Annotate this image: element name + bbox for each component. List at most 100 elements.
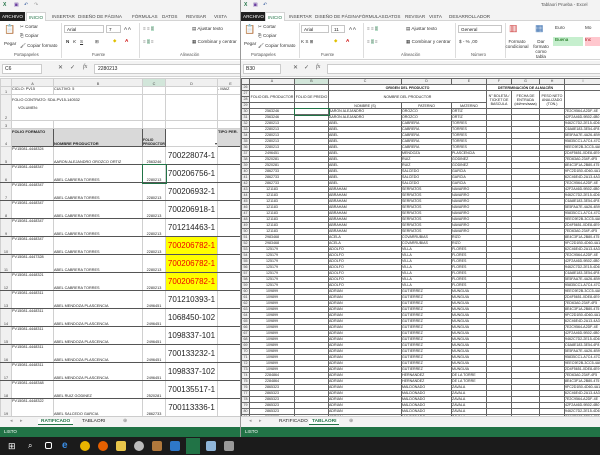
row-header[interactable]: 18 <box>0 380 12 399</box>
app-icon[interactable] <box>134 441 144 451</box>
id-cell[interactable]: 62C46E4D-2A13-4A3 <box>564 246 600 253</box>
folio-productor-cell[interactable]: 2280213 <box>142 236 166 255</box>
folio-cell[interactable]: 701210393-1 <box>165 290 218 309</box>
folio-formato-cell[interactable]: PV15081-4448311 <box>11 290 54 309</box>
add-sheet-icon[interactable]: ⊕ <box>349 419 353 424</box>
id-cell[interactable]: 2D4F5651-0DE8-4E9 <box>564 294 600 301</box>
scroll-right-icon[interactable]: ▸ <box>259 419 261 424</box>
folio-cell[interactable]: 700113336-1 <box>165 398 218 417</box>
cell[interactable] <box>165 86 218 95</box>
id-cell[interactable]: 42F2A46D-9B02-4B0 <box>564 258 600 265</box>
grow-font-icon[interactable]: A A <box>349 26 356 31</box>
folio-cell[interactable]: 700228074-1 <box>165 146 218 165</box>
cell[interactable] <box>11 120 54 129</box>
redo-icon[interactable]: ↷ <box>34 2 38 8</box>
folio-cell[interactable]: 700135517-1 <box>165 380 218 399</box>
folio-productor-cell[interactable]: 2280213 <box>142 254 166 273</box>
font-size-select[interactable]: 7 <box>106 25 121 33</box>
folio-productor-cell[interactable]: 2862733 <box>142 398 166 417</box>
folio-formato-cell[interactable]: PV15081-4448348 <box>11 380 54 399</box>
column-header-d[interactable]: D <box>165 78 218 87</box>
id-cell[interactable]: 7ED63A0-234F-4F5 <box>564 300 600 307</box>
column-header-c[interactable]: C <box>142 78 166 87</box>
folio-cell[interactable]: 700206782-1 <box>165 236 218 255</box>
nombre-productor-cell[interactable]: ABEL RUIZ GODINEZ <box>53 380 143 399</box>
id-cell[interactable]: 2D4F5651-0DE8-4E9 <box>564 366 600 373</box>
row-header[interactable]: 19 <box>0 398 12 417</box>
nombre-productor-cell[interactable]: ABEL CABRERA TORRES <box>53 182 143 201</box>
id-cell[interactable]: 62C46E4D-2A13-4A3 <box>564 318 600 325</box>
outlook-icon[interactable] <box>170 441 180 451</box>
header-tipo-persona[interactable]: TIPO PER. <box>217 128 242 147</box>
align-left-icon[interactable]: ≡ ≡ ≡ <box>367 39 378 44</box>
cell[interactable] <box>217 120 242 129</box>
header-peso-neto[interactable]: PESO NETO ANALIZADO (TON.) <box>539 90 565 109</box>
row-header[interactable]: 12 <box>0 272 12 291</box>
folio-cell[interactable]: 1098337-102 <box>165 362 218 381</box>
folio-cell[interactable]: 700206782-1 <box>165 272 218 291</box>
fill-color-icon[interactable]: ◆ <box>113 38 117 44</box>
font-color-icon[interactable]: A <box>125 38 128 43</box>
folio-cell[interactable]: 700206756-1 <box>165 164 218 183</box>
row-header[interactable]: 6 <box>0 164 12 183</box>
id-cell[interactable]: 9462C7D2-2E15-4D6 <box>564 408 600 415</box>
folio-productor-cell[interactable]: 2563246 <box>142 146 166 165</box>
header-folio-formato[interactable]: FOLIO FORMATO <box>11 128 54 147</box>
cell[interactable] <box>53 120 143 129</box>
ribbon-tab-4[interactable]: FÓRMULAS <box>130 12 160 21</box>
folio-productor-cell[interactable]: 2280213 <box>142 182 166 201</box>
formula-input[interactable]: 2280213 <box>94 64 242 74</box>
nombre-productor-cell[interactable]: ABEL CABRERA TORRES <box>53 164 143 183</box>
align-left-icon[interactable]: ≡ ≡ ≡ <box>143 39 154 44</box>
ribbon-tab-2[interactable]: INSERTAR <box>287 12 314 21</box>
id-cell[interactable]: 95835CC1-A7C4-47C <box>564 210 600 217</box>
column-header-e[interactable]: E <box>217 78 242 87</box>
tipo-persona-cell[interactable]: F <box>217 218 242 237</box>
id-cell[interactable]: 5E5FAA7E-4A26-4B9 <box>564 204 600 211</box>
id-cell[interactable]: 42F2A46D-9B02-4B0 <box>564 186 600 193</box>
folio-formato-cell[interactable]: PV15081-4448347 <box>11 164 54 183</box>
font-name-select[interactable]: Arial <box>301 25 329 33</box>
sheet-tab-ratificado[interactable]: RATIFICADO <box>38 419 74 425</box>
id-cell[interactable]: 5E5FAA7E-4A26-4B9 <box>564 276 600 283</box>
row-header[interactable]: 7 <box>0 182 12 201</box>
id-cell[interactable]: 9462C7D2-2E15-4D6 <box>564 336 600 343</box>
id-cell[interactable]: C6A8E183-3E54-4F8 <box>564 126 600 133</box>
folio-formato-cell[interactable]: PV15081-4448311 <box>11 326 54 345</box>
folio-formato-cell[interactable]: PV15081-4448311 <box>11 344 54 363</box>
row-header[interactable]: 11 <box>0 254 12 273</box>
sheet-tab-ratificado[interactable]: RATIFICADO <box>279 419 308 424</box>
function-icon[interactable]: fx <box>316 64 320 70</box>
cell[interactable] <box>217 94 242 121</box>
cell[interactable] <box>142 94 166 121</box>
ribbon-tab-5[interactable]: DATOS <box>160 12 179 21</box>
enter-icon[interactable]: ✓ <box>304 64 309 71</box>
ribbon-tab-0[interactable]: ARCHIVO <box>241 12 266 21</box>
undo-icon[interactable]: ↶ <box>263 2 267 8</box>
right-sheet-grid[interactable]: ABCDEFGHI 26 ORIGEN DEL PRODUCTO DETERMI… <box>241 78 600 421</box>
folio-productor-cell[interactable]: 2280213 <box>142 200 166 219</box>
id-cell[interactable]: 95835CC1-A7C4-47C <box>564 354 600 361</box>
cell[interactable] <box>564 90 600 109</box>
merge-center-button[interactable]: ▦ Combinar y centrar <box>406 39 451 45</box>
id-cell[interactable]: C6A8E183-3E54-4F8 <box>564 342 600 349</box>
format-as-table-button[interactable]: Dar formato como tabla <box>530 39 552 59</box>
undo-icon[interactable]: ↶ <box>24 2 28 8</box>
save-icon[interactable]: ▣ <box>14 2 19 8</box>
folio-formato-cell[interactable]: PV15081-4448311 <box>11 308 54 327</box>
row-header[interactable]: 9 <box>0 218 12 237</box>
id-cell[interactable]: 5E5FAA7E-4A26-4B9 <box>564 132 600 139</box>
copy-button[interactable]: ⎘ Copiar <box>20 33 39 38</box>
header-nombre-productor[interactable]: NOMBRE PRODUCTOR <box>53 128 143 147</box>
cut-button[interactable]: ✂ Cortar <box>20 24 38 30</box>
paste-button[interactable]: Pegar <box>4 41 16 46</box>
id-cell[interactable]: 42F2A46D-9B02-4B0 <box>564 330 600 337</box>
ciclo-cell[interactable]: CICLO: PV15 <box>11 86 54 95</box>
cell[interactable] <box>165 94 218 121</box>
id-cell[interactable]: 42F2A46D-9B02-4B0 <box>564 114 600 121</box>
folio-formato-cell[interactable]: PV15081-4448347 <box>11 200 54 219</box>
fill-color-icon[interactable]: ◆ <box>334 38 338 44</box>
wrap-text-button[interactable]: ▤ Ajustar texto <box>406 26 437 32</box>
folio-formato-cell[interactable]: PV15081-4448347 <box>11 218 54 237</box>
paste-icon[interactable]: 📋 <box>4 24 15 35</box>
